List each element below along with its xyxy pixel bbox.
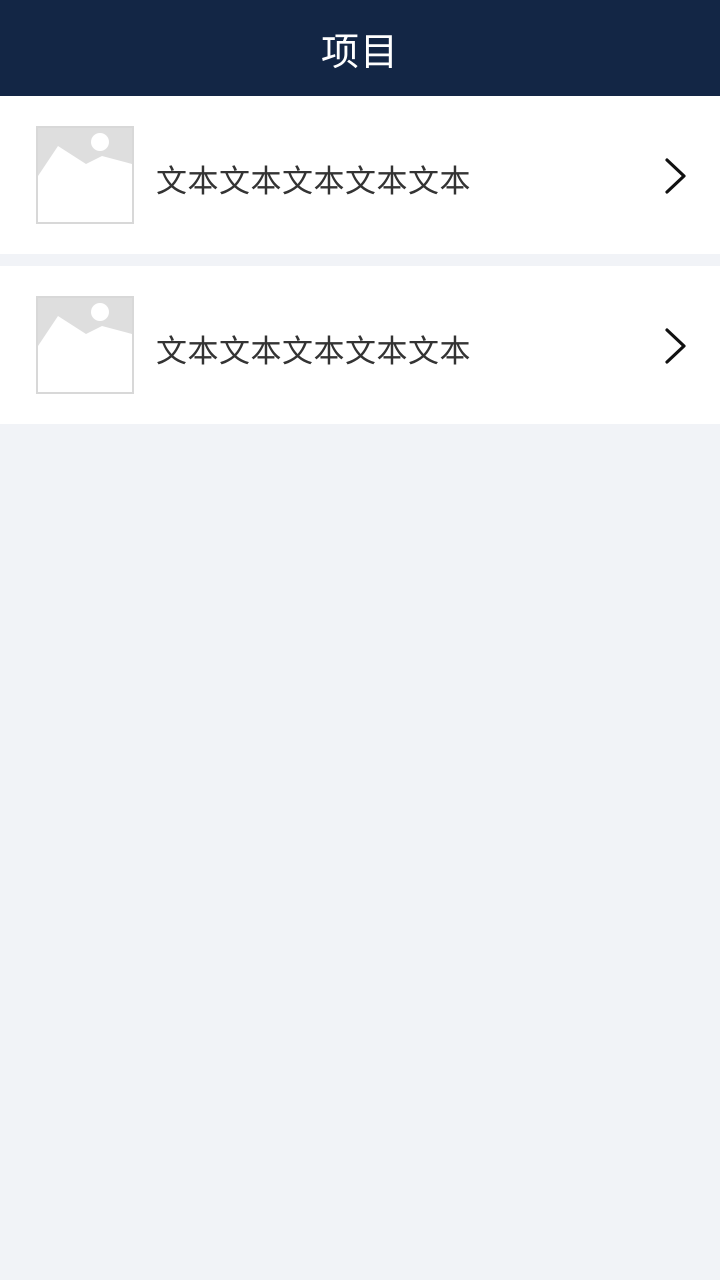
image-placeholder-icon — [36, 126, 134, 224]
page-title: 项目 — [320, 29, 399, 74]
list-item[interactable]: 文本文本文本文本文本 — [0, 96, 720, 254]
image-placeholder-icon — [36, 296, 134, 394]
list-item-label: 文本文本文本文本文本 — [156, 333, 471, 370]
top-app-bar: 项目 — [0, 0, 720, 96]
chevron-right-icon — [665, 158, 686, 194]
list-item-label: 文本文本文本文本文本 — [156, 163, 471, 200]
project-list: 文本文本文本文本文本 文本文本文本文本文本 — [0, 96, 720, 424]
chevron-right-icon — [665, 328, 686, 364]
list-item[interactable]: 文本文本文本文本文本 — [0, 266, 720, 424]
